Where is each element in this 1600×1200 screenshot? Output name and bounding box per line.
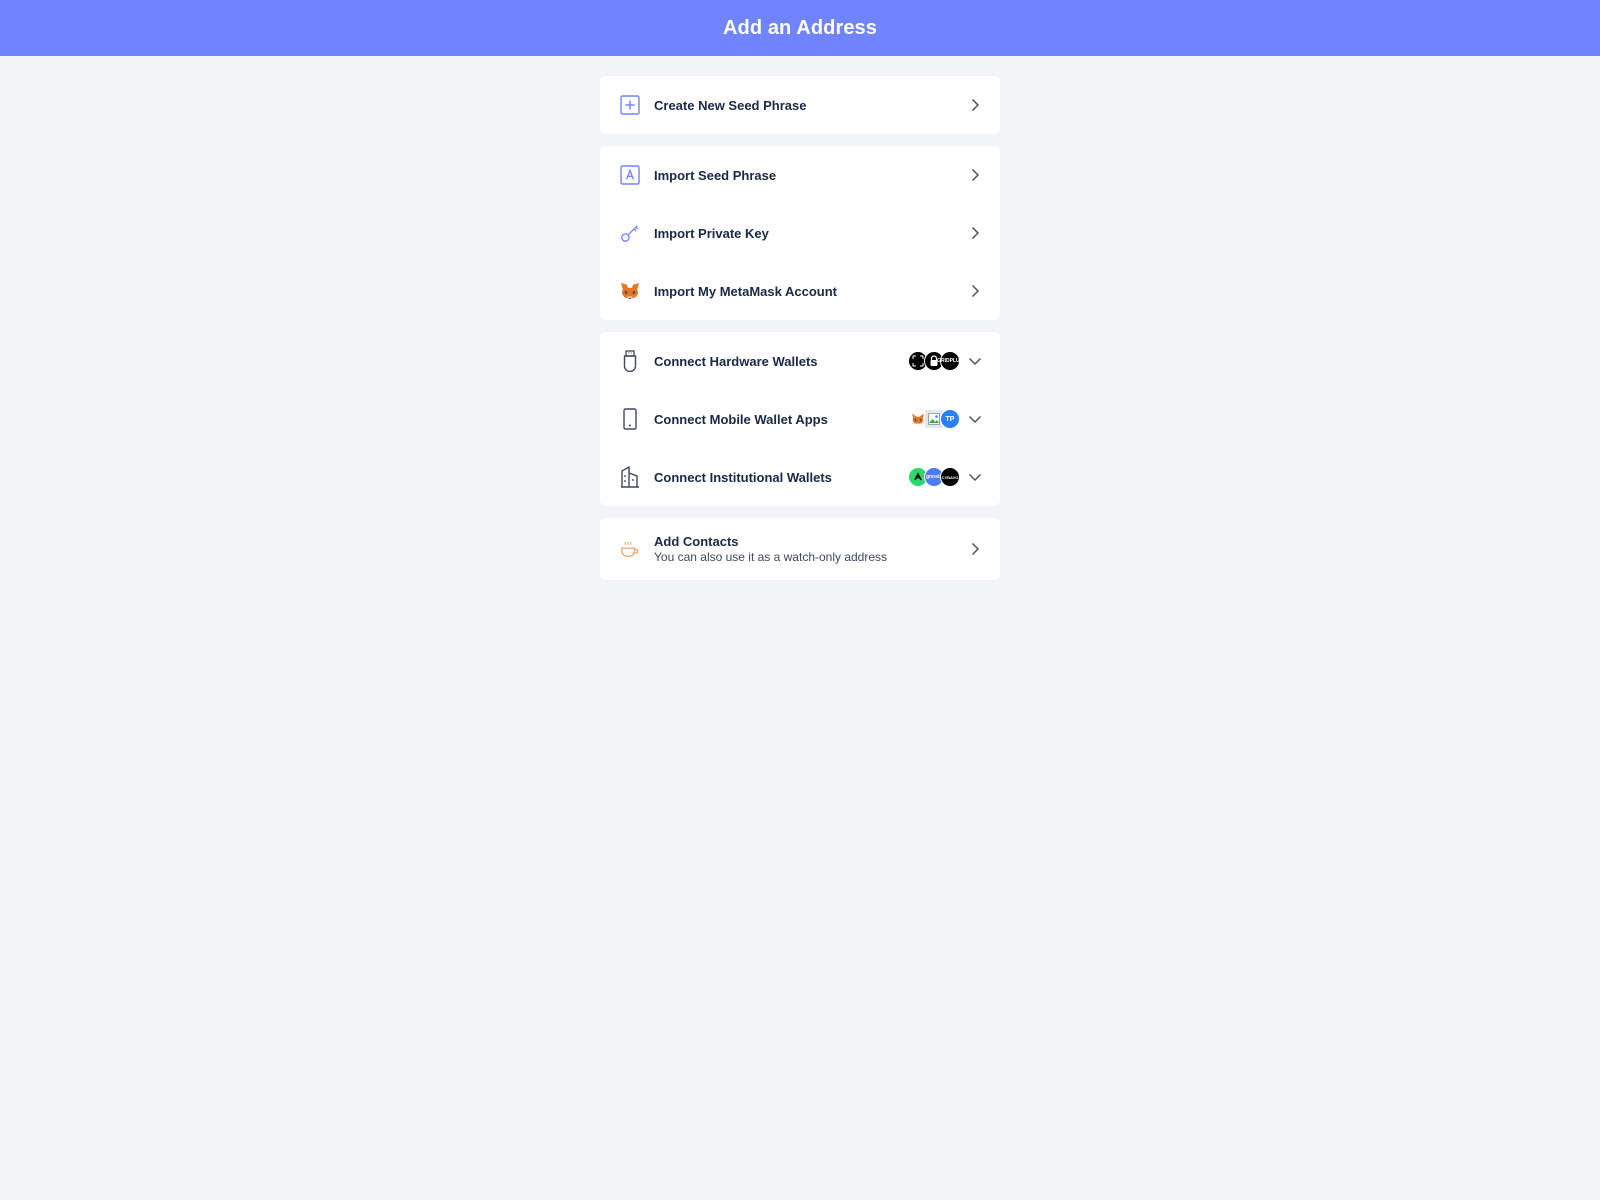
import-private-key-option[interactable]: Import Private Key xyxy=(600,204,1000,262)
page-title: Add an Address xyxy=(722,16,878,39)
option-label: Add Contacts xyxy=(654,534,739,549)
import-card: Import Seed Phrase Import Private Key Im… xyxy=(600,146,1000,320)
create-seed-phrase-option[interactable]: Create New Seed Phrase xyxy=(600,76,1000,134)
gridplus-logo-icon: GRIDPLUS xyxy=(937,351,963,371)
mobile-phone-icon xyxy=(620,408,640,430)
contacts-card: Add Contacts You can also use it as a wa… xyxy=(600,518,1000,580)
plus-square-icon xyxy=(620,95,640,115)
hardware-wallet-logos: GRIDPLUS xyxy=(908,351,963,371)
connect-card: Connect Hardware Wallets GRIDPLUS Connec… xyxy=(600,332,1000,506)
add-contacts-option[interactable]: Add Contacts You can also use it as a wa… xyxy=(600,518,1000,580)
page-header: Add an Address xyxy=(0,0,1600,56)
connect-hardware-wallets-option[interactable]: Connect Hardware Wallets GRIDPLUS xyxy=(600,332,1000,390)
connect-mobile-wallet-apps-option[interactable]: Connect Mobile Wallet Apps TP xyxy=(600,390,1000,448)
chevron-down-icon xyxy=(968,412,982,426)
import-metamask-option[interactable]: Import My MetaMask Account xyxy=(600,262,1000,320)
coffee-cup-icon xyxy=(620,539,640,559)
option-label: Connect Hardware Wallets xyxy=(654,353,818,369)
chevron-down-icon xyxy=(968,354,982,368)
institutional-wallet-logos: gnosis CYBAVO xyxy=(908,467,960,487)
mobile-wallet-logos: TP xyxy=(908,409,960,429)
option-label: Create New Seed Phrase xyxy=(654,97,807,113)
option-label: Import My MetaMask Account xyxy=(654,283,837,299)
option-label: Connect Mobile Wallet Apps xyxy=(654,411,828,427)
key-icon xyxy=(620,223,640,243)
letter-a-square-icon xyxy=(620,165,640,185)
option-label: Import Seed Phrase xyxy=(654,167,777,183)
usb-device-icon xyxy=(620,350,640,372)
option-label: Import Private Key xyxy=(654,225,769,241)
metamask-fox-icon xyxy=(620,281,640,301)
chevron-right-icon xyxy=(968,226,982,240)
chevron-right-icon xyxy=(968,284,982,298)
cybavo-logo-icon: CYBAVO xyxy=(940,467,960,487)
option-description: You can also use it as a watch-only addr… xyxy=(654,550,888,564)
tokenpocket-logo-icon: TP xyxy=(940,409,960,429)
create-card: Create New Seed Phrase xyxy=(600,76,1000,134)
chevron-right-icon xyxy=(968,542,982,556)
connect-institutional-wallets-option[interactable]: Connect Institutional Wallets gnosis CYB… xyxy=(600,448,1000,506)
chevron-down-icon xyxy=(968,470,982,484)
building-icon xyxy=(620,466,640,488)
chevron-right-icon xyxy=(968,98,982,112)
chevron-right-icon xyxy=(968,168,982,182)
import-seed-phrase-option[interactable]: Import Seed Phrase xyxy=(600,146,1000,204)
options-list: Create New Seed Phrase Import Seed Phras… xyxy=(600,76,1000,592)
option-label: Connect Institutional Wallets xyxy=(654,469,832,485)
